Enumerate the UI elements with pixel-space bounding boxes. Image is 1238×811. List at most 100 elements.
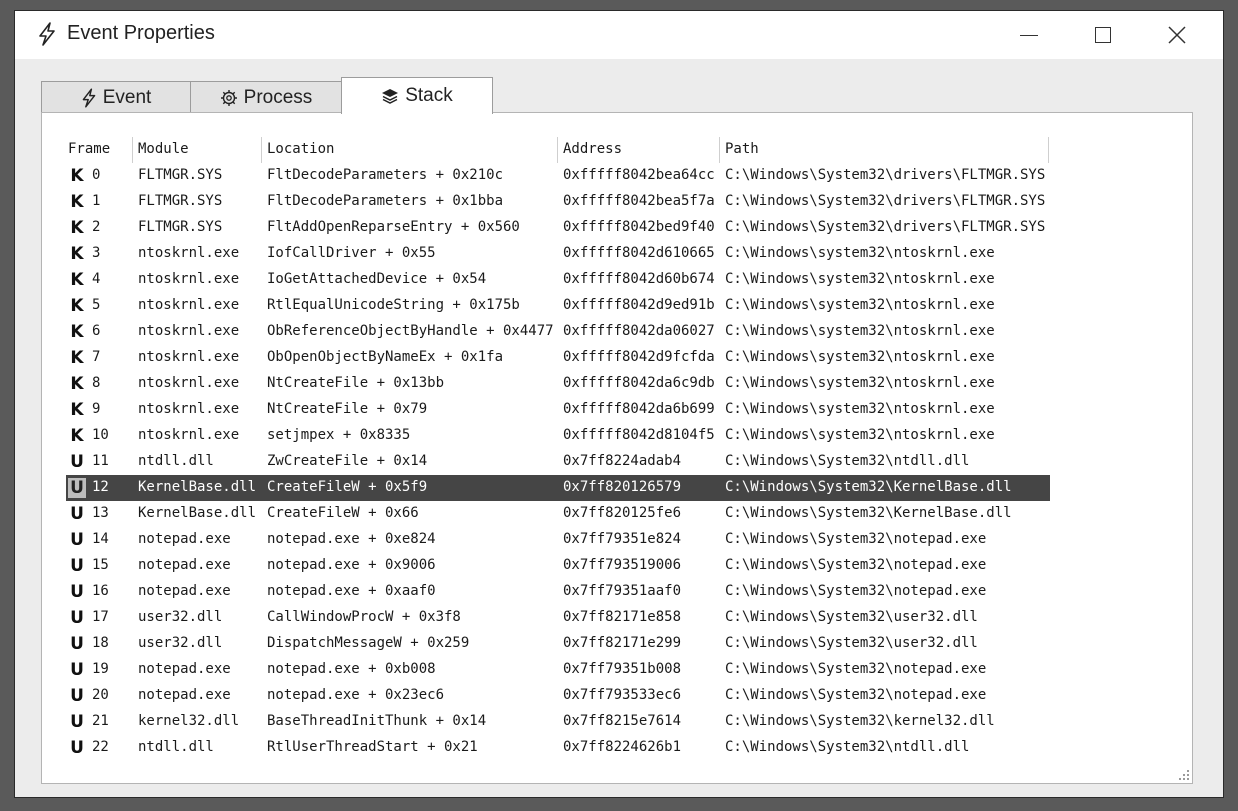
table-row[interactable]: U 15 notepad.exe notepad.exe + 0x9006 0x7ff7… bbox=[66, 553, 1050, 579]
column-divider[interactable] bbox=[557, 137, 558, 163]
table-row[interactable]: K 6 ntoskrnl.exe ObReferenceObjectByHandle … bbox=[66, 319, 1050, 345]
column-header-path[interactable]: Path bbox=[725, 141, 759, 157]
address-cell: 0xfffff8042d9ed91b bbox=[563, 297, 715, 313]
module-cell: ntoskrnl.exe bbox=[138, 323, 240, 339]
location-cell: BaseThreadInitThunk + 0x14 bbox=[267, 713, 487, 729]
frame-cell: 18 bbox=[92, 635, 109, 651]
location-cell: NtCreateFile + 0x79 bbox=[267, 401, 428, 417]
kernel-mode-icon: K bbox=[70, 166, 84, 186]
address-cell: 0x7ff820125fe6 bbox=[563, 505, 682, 521]
table-row[interactable]: U 19 notepad.exe notepad.exe + 0xb008 0x7ff7… bbox=[66, 657, 1050, 683]
address-cell: 0xfffff8042da6c9db bbox=[563, 375, 715, 391]
frame-cell: 1 bbox=[92, 193, 101, 209]
path-cell: C:\Windows\system32\ntoskrnl.exe bbox=[725, 349, 995, 365]
module-cell: ntoskrnl.exe bbox=[138, 375, 240, 391]
module-cell: ntoskrnl.exe bbox=[138, 245, 240, 261]
column-divider[interactable] bbox=[132, 137, 133, 163]
column-divider[interactable] bbox=[1048, 137, 1049, 163]
maximize-button[interactable] bbox=[1067, 11, 1139, 59]
table-row[interactable]: U 16 notepad.exe notepad.exe + 0xaaf0 0x7ff7… bbox=[66, 579, 1050, 605]
path-cell: C:\Windows\system32\ntoskrnl.exe bbox=[725, 323, 995, 339]
frame-cell: 20 bbox=[92, 687, 109, 703]
table-row[interactable]: K 2 FLTMGR.SYS FltAddOpenReparseEntry + 0x5… bbox=[66, 215, 1050, 241]
table-row[interactable]: U 17 user32.dll CallWindowProcW + 0x3f8 0x7f… bbox=[66, 605, 1050, 631]
frame-cell: 9 bbox=[92, 401, 101, 417]
table-row[interactable]: K 0 FLTMGR.SYS FltDecodeParameters + 0x210c… bbox=[66, 163, 1050, 189]
column-divider[interactable] bbox=[261, 137, 262, 163]
table-row[interactable]: K 10 ntoskrnl.exe setjmpex + 0x8335 0xfffff8… bbox=[66, 423, 1050, 449]
frame-cell: 19 bbox=[92, 661, 109, 677]
table-row[interactable]: K 3 ntoskrnl.exe IofCallDriver + 0x55 0xffff… bbox=[66, 241, 1050, 267]
user-mode-icon: U bbox=[70, 686, 84, 706]
kernel-mode-icon: K bbox=[70, 270, 84, 290]
path-cell: C:\Windows\system32\ntoskrnl.exe bbox=[725, 245, 995, 261]
address-cell: 0x7ff8224adab4 bbox=[563, 453, 682, 469]
path-cell: C:\Windows\system32\ntoskrnl.exe bbox=[725, 297, 995, 313]
table-row[interactable]: U 12 KernelBase.dll CreateFileW + 0x5f9 0x7f… bbox=[66, 475, 1050, 501]
module-cell: kernel32.dll bbox=[138, 713, 240, 729]
kernel-mode-icon: K bbox=[70, 322, 84, 342]
location-cell: notepad.exe + 0xaaf0 bbox=[267, 583, 436, 599]
location-cell: notepad.exe + 0xb008 bbox=[267, 661, 436, 677]
path-cell: C:\Windows\system32\ntoskrnl.exe bbox=[725, 427, 995, 443]
tab-event[interactable]: Event bbox=[41, 81, 191, 113]
kernel-mode-icon: K bbox=[70, 192, 84, 212]
table-row[interactable]: U 11 ntdll.dll ZwCreateFile + 0x14 0x7ff8224… bbox=[66, 449, 1050, 475]
column-header-frame[interactable]: Frame bbox=[68, 141, 110, 157]
frame-cell: 22 bbox=[92, 739, 109, 755]
table-row[interactable]: U 13 KernelBase.dll CreateFileW + 0x66 0x7ff… bbox=[66, 501, 1050, 527]
table-row[interactable]: K 7 ntoskrnl.exe ObOpenObjectByNameEx + 0x1… bbox=[66, 345, 1050, 371]
column-header-location[interactable]: Location bbox=[267, 141, 334, 157]
table-row[interactable]: K 1 FLTMGR.SYS FltDecodeParameters + 0x1bba… bbox=[66, 189, 1050, 215]
path-cell: C:\Windows\System32\drivers\FLTMGR.SYS bbox=[725, 219, 1046, 235]
user-mode-icon: U bbox=[70, 608, 84, 628]
table-row[interactable]: K 5 ntoskrnl.exe RtlEqualUnicodeString + 0x… bbox=[66, 293, 1050, 319]
table-row[interactable]: U 21 kernel32.dll BaseThreadInitThunk + 0x1… bbox=[66, 709, 1050, 735]
stack-table: Frame Module Location Address Path K 0 FLT… bbox=[66, 137, 1050, 761]
location-cell: NtCreateFile + 0x13bb bbox=[267, 375, 445, 391]
frame-cell: 3 bbox=[92, 245, 101, 261]
table-row[interactable]: U 22 ntdll.dll RtlUserThreadStart + 0x21 0x7… bbox=[66, 735, 1050, 761]
tab-process[interactable]: Process bbox=[190, 81, 342, 113]
kernel-mode-icon: K bbox=[70, 348, 84, 368]
frame-cell: 5 bbox=[92, 297, 101, 313]
frame-cell: 21 bbox=[92, 713, 109, 729]
location-cell: IofCallDriver + 0x55 bbox=[267, 245, 436, 261]
address-cell: 0xfffff8042bea5f7a bbox=[563, 193, 715, 209]
tab-label: Event bbox=[102, 86, 152, 108]
table-row[interactable]: K 4 ntoskrnl.exe IoGetAttachedDevice + 0x54… bbox=[66, 267, 1050, 293]
module-cell: KernelBase.dll bbox=[138, 505, 257, 521]
module-cell: user32.dll bbox=[138, 635, 223, 651]
minimize-button[interactable] bbox=[993, 11, 1065, 59]
frame-cell: 14 bbox=[92, 531, 109, 547]
column-header-module[interactable]: Module bbox=[138, 141, 189, 157]
address-cell: 0x7ff820126579 bbox=[563, 479, 682, 495]
location-cell: setjmpex + 0x8335 bbox=[267, 427, 411, 443]
table-row[interactable]: K 9 ntoskrnl.exe NtCreateFile + 0x79 0xfffff… bbox=[66, 397, 1050, 423]
table-row[interactable]: U 14 notepad.exe notepad.exe + 0xe824 0x7ff7… bbox=[66, 527, 1050, 553]
table-row[interactable]: K 8 ntoskrnl.exe NtCreateFile + 0x13bb 0xfff… bbox=[66, 371, 1050, 397]
location-cell: RtlUserThreadStart + 0x21 bbox=[267, 739, 478, 755]
frame-cell: 17 bbox=[92, 609, 109, 625]
table-row[interactable]: U 18 user32.dll DispatchMessageW + 0x259 0x7… bbox=[66, 631, 1050, 657]
maximize-icon bbox=[1095, 27, 1111, 43]
path-cell: C:\Windows\system32\ntoskrnl.exe bbox=[725, 401, 995, 417]
title-bar[interactable]: Event Properties bbox=[15, 11, 1223, 59]
path-cell: C:\Windows\System32\KernelBase.dll bbox=[725, 505, 1012, 521]
address-cell: 0x7ff79351b008 bbox=[563, 661, 682, 677]
address-cell: 0xfffff8042d60b674 bbox=[563, 271, 715, 287]
column-header-address[interactable]: Address bbox=[563, 141, 622, 157]
minimize-icon bbox=[1020, 34, 1038, 36]
stack-rows: K 0 FLTMGR.SYS FltDecodeParameters + 0x210c… bbox=[66, 163, 1050, 761]
resize-grip-icon[interactable] bbox=[1176, 767, 1190, 781]
address-cell: 0xfffff8042d610665 bbox=[563, 245, 715, 261]
close-button[interactable] bbox=[1141, 11, 1213, 59]
tab-stack[interactable]: Stack bbox=[341, 77, 493, 114]
location-cell: notepad.exe + 0xe824 bbox=[267, 531, 436, 547]
module-cell: notepad.exe bbox=[138, 687, 231, 703]
address-cell: 0xfffff8042bea64cc bbox=[563, 167, 715, 183]
table-row[interactable]: U 20 notepad.exe notepad.exe + 0x23ec6 0x7ff… bbox=[66, 683, 1050, 709]
column-divider[interactable] bbox=[719, 137, 720, 163]
kernel-mode-icon: K bbox=[70, 244, 84, 264]
lightning-icon bbox=[81, 87, 97, 108]
